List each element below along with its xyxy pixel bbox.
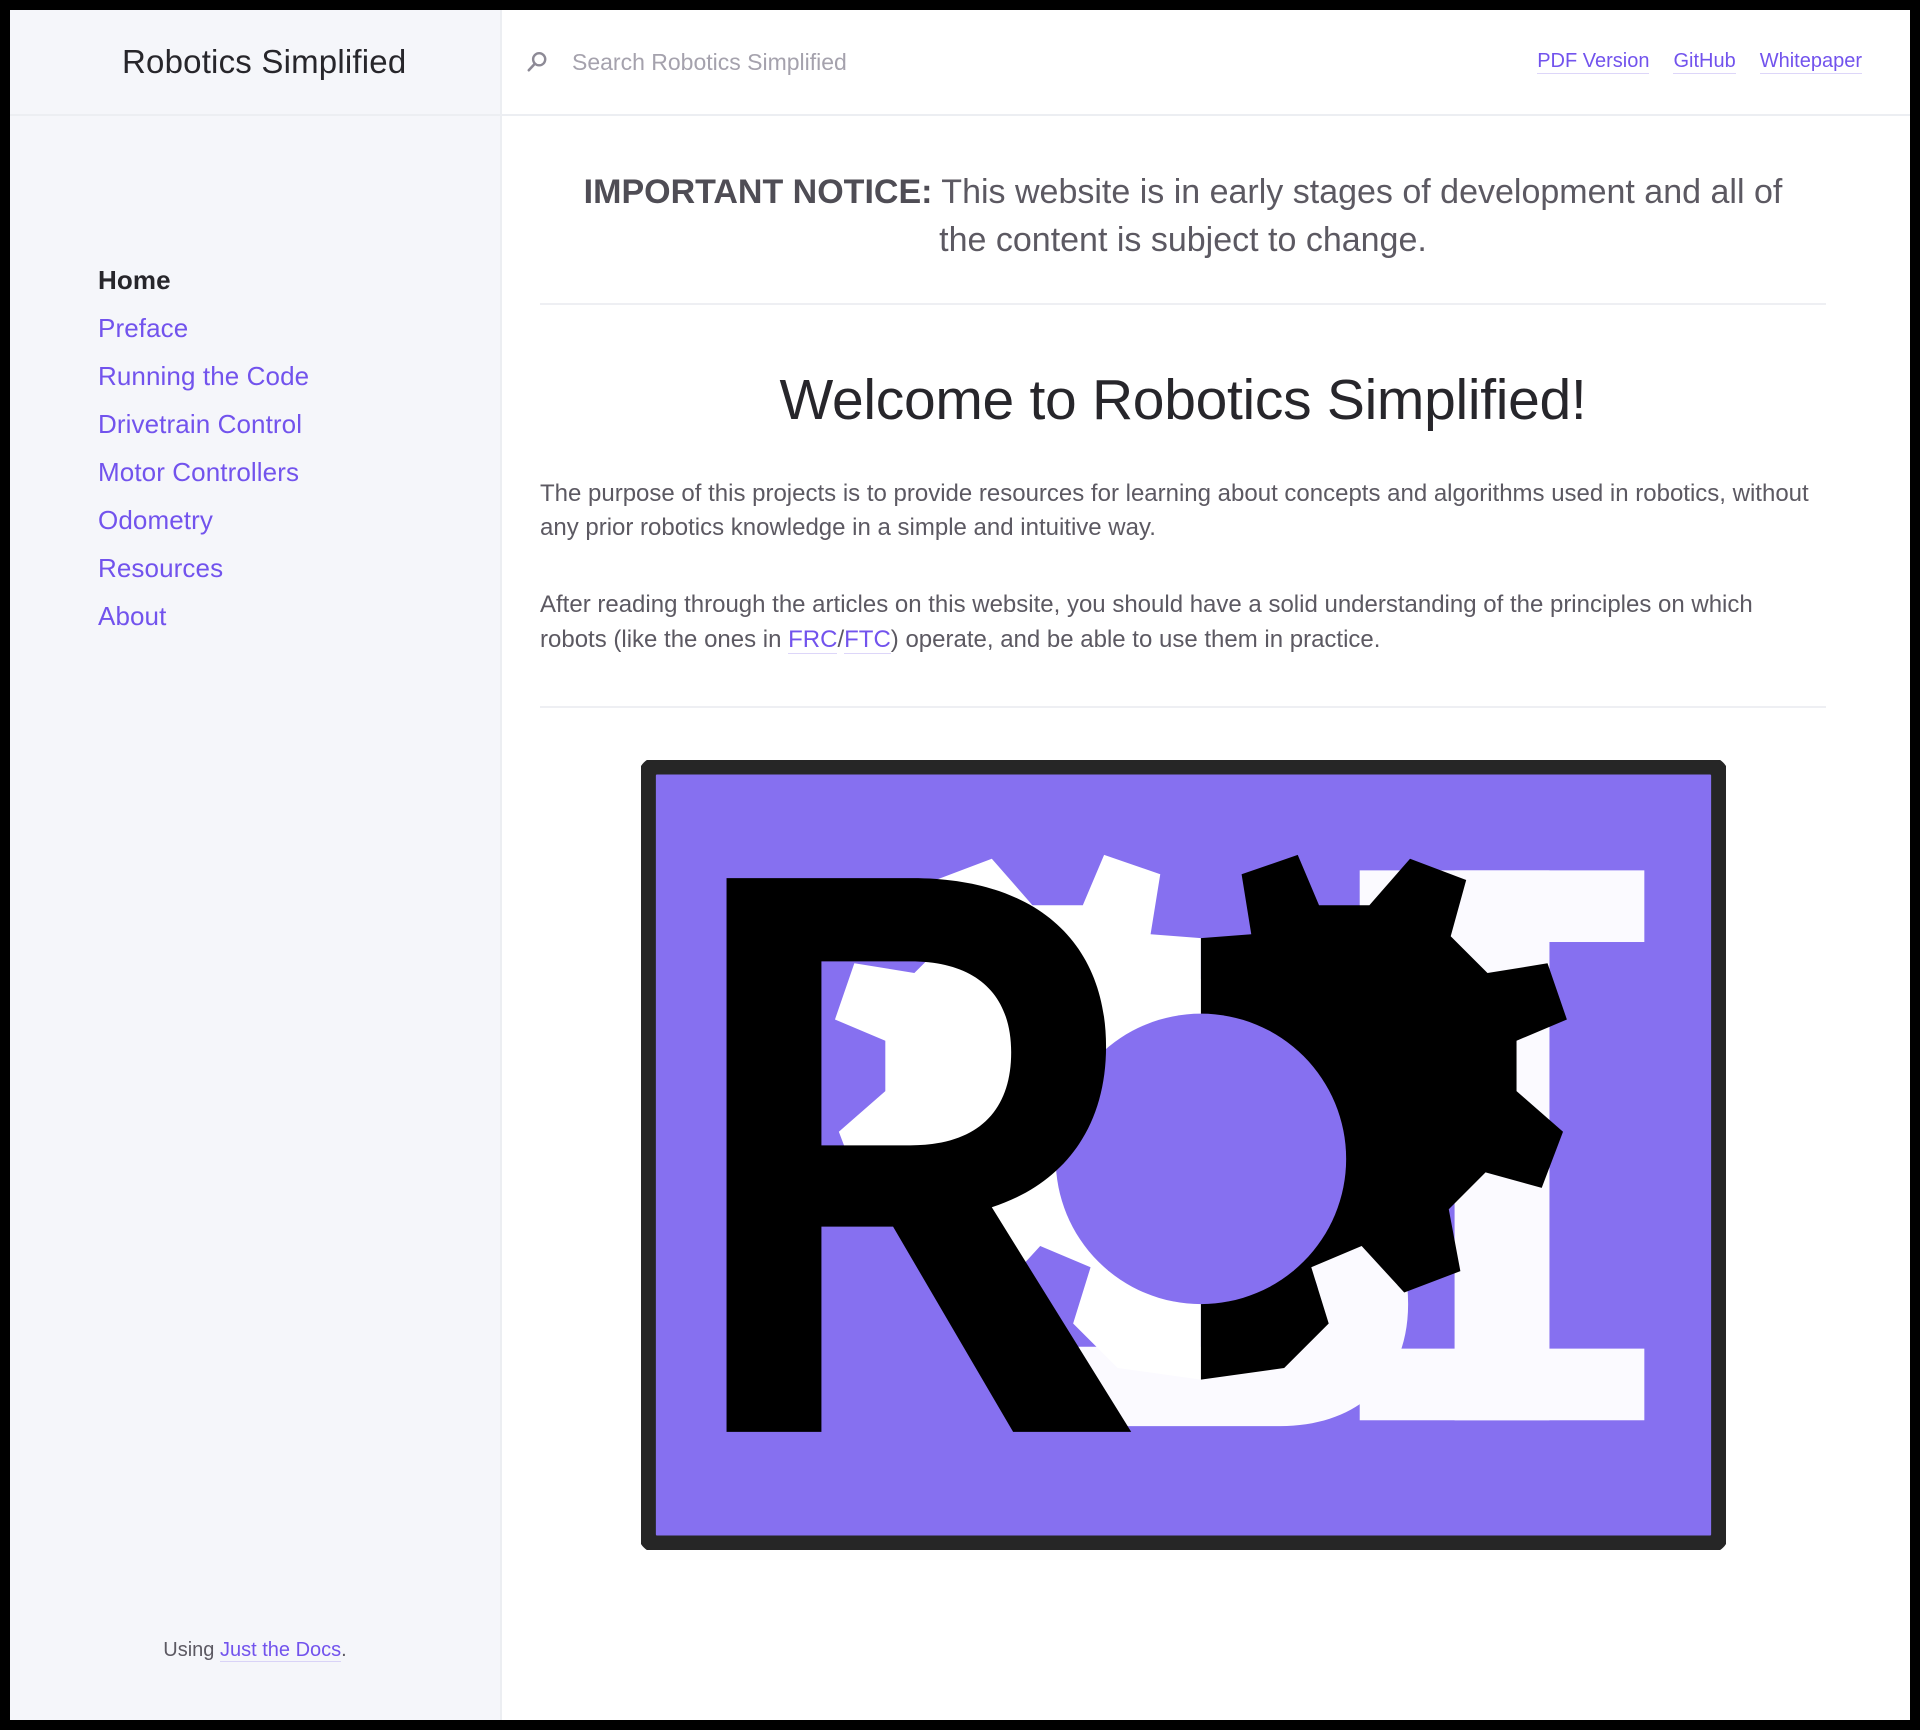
main-content-area: PDF Version GitHub Whitepaper IMPORTANT … [502,10,1910,1720]
paragraph-outcome-part-2: ) operate, and be able to use them in pr… [890,625,1381,653]
sidebar-item-odometry[interactable]: Odometry [98,496,500,544]
paragraph-purpose: The purpose of this projects is to provi… [540,479,1809,542]
site-title[interactable]: Robotics Simplified [122,43,406,81]
notice-strong: IMPORTANT NOTICE: [583,173,933,211]
paragraph-outcome: After reading through the articles on th… [540,588,1826,658]
sidebar-item-home[interactable]: Home [98,256,500,304]
browser-page: Robotics Simplified Home Preface Running… [10,10,1910,1720]
logo-container [540,759,1826,1550]
ftc-link[interactable]: FTC [844,625,891,654]
site-header: Robotics Simplified [10,10,500,116]
frc-link[interactable]: FRC [788,625,838,654]
sidebar-item-running-the-code[interactable]: Running the Code [98,352,500,400]
main-navigation: Home Preface Running the Code Drivetrain… [10,116,500,640]
divider-top [540,302,1826,305]
sidebar-item-about[interactable]: About [98,592,500,640]
article: IMPORTANT NOTICE: This website is in ear… [502,116,1910,1550]
aux-links: PDF Version GitHub Whitepaper [1537,50,1910,74]
sidebar: Robotics Simplified Home Preface Running… [10,10,502,1720]
important-notice: IMPORTANT NOTICE: This website is in ear… [540,116,1826,299]
top-bar: PDF Version GitHub Whitepaper [502,10,1910,116]
search-icon [527,52,547,72]
page-title: Welcome to Robotics Simplified! [779,367,1587,432]
footer-suffix: . [341,1639,347,1661]
robotics-simplified-logo [640,759,1726,1550]
whitepaper-link[interactable]: Whitepaper [1759,50,1862,74]
sidebar-footer: Using Just the Docs. [10,1639,500,1662]
github-link[interactable]: GitHub [1673,50,1736,74]
sidebar-item-resources[interactable]: Resources [98,544,500,592]
pdf-version-link[interactable]: PDF Version [1537,50,1650,74]
sidebar-item-motor-controllers[interactable]: Motor Controllers [98,448,500,496]
footer-prefix: Using [163,1639,220,1661]
just-the-docs-link[interactable]: Just the Docs [219,1639,342,1662]
divider-bottom [540,705,1826,708]
search-bar[interactable] [502,10,1537,114]
notice-text: This website is in early stages of devel… [932,173,1783,260]
sidebar-item-preface[interactable]: Preface [98,304,500,352]
search-input[interactable] [572,48,1192,76]
sidebar-item-drivetrain-control[interactable]: Drivetrain Control [98,400,500,448]
